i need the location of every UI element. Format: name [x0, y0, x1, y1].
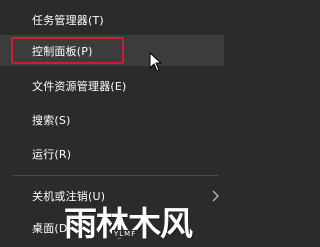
highlight-box [11, 37, 124, 64]
menu-item-label: 搜索(S) [32, 113, 71, 127]
mouse-cursor-icon [149, 52, 163, 72]
menu-item-search[interactable]: 搜索(S) [0, 104, 224, 135]
watermark-text: 雨林木风 [64, 204, 193, 243]
menu-item-file-explorer[interactable]: 文件资源管理器(E) [0, 70, 224, 101]
chevron-right-icon [212, 190, 219, 201]
menu-item-run[interactable]: 运行(R) [0, 138, 224, 169]
menu-separator [12, 175, 218, 176]
watermark-logo: 雨林木风 YLMF [64, 204, 224, 247]
context-menu: 任务管理器(T) 控制面板(P) 文件资源管理器(E) 搜索(S) 运行(R) … [0, 0, 224, 247]
menu-item-label: 任务管理器(T) [32, 13, 104, 27]
watermark-subtext: YLMF [112, 230, 139, 238]
menu-item-label: 文件资源管理器(E) [32, 79, 127, 93]
menu-item-label: 关机或注销(U) [32, 189, 106, 203]
menu-item-task-manager[interactable]: 任务管理器(T) [0, 4, 224, 35]
menu-item-label: 运行(R) [32, 147, 72, 161]
